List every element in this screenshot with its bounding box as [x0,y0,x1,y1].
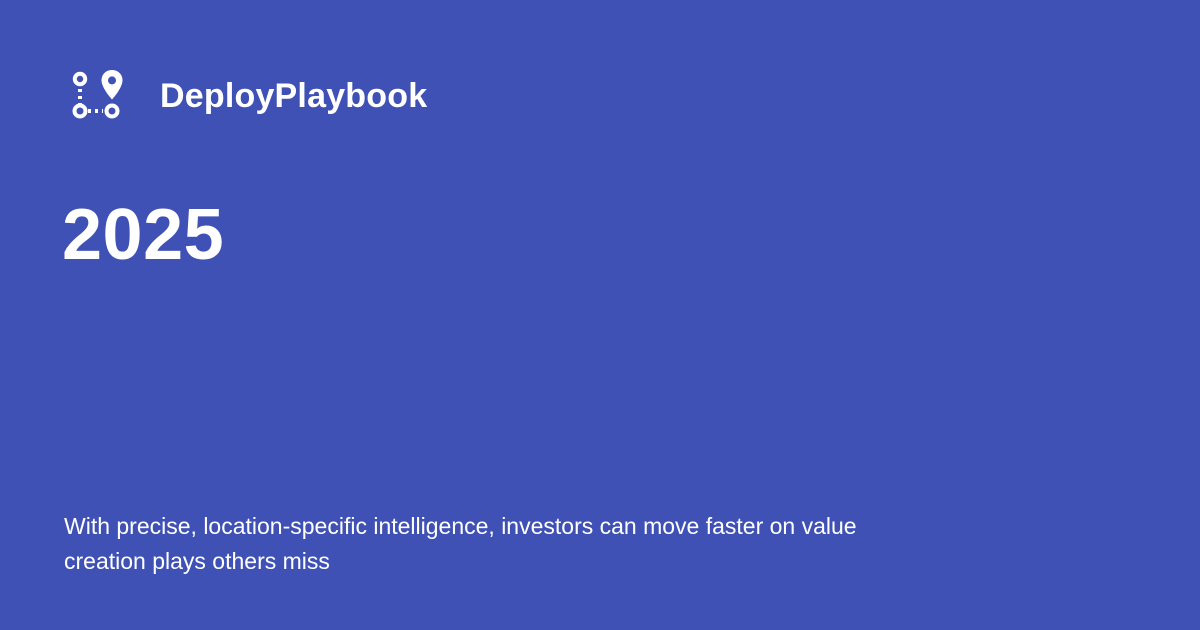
description-text: With precise, location-specific intellig… [64,513,857,574]
brand-name: DeployPlaybook [160,77,428,115]
route-pins-icon [72,70,123,119]
social-preview-card: DeployPlaybook 2025 With precise, locati… [0,0,1200,630]
brand: DeployPlaybook [64,66,427,126]
headline-year: 2025 [62,195,225,275]
